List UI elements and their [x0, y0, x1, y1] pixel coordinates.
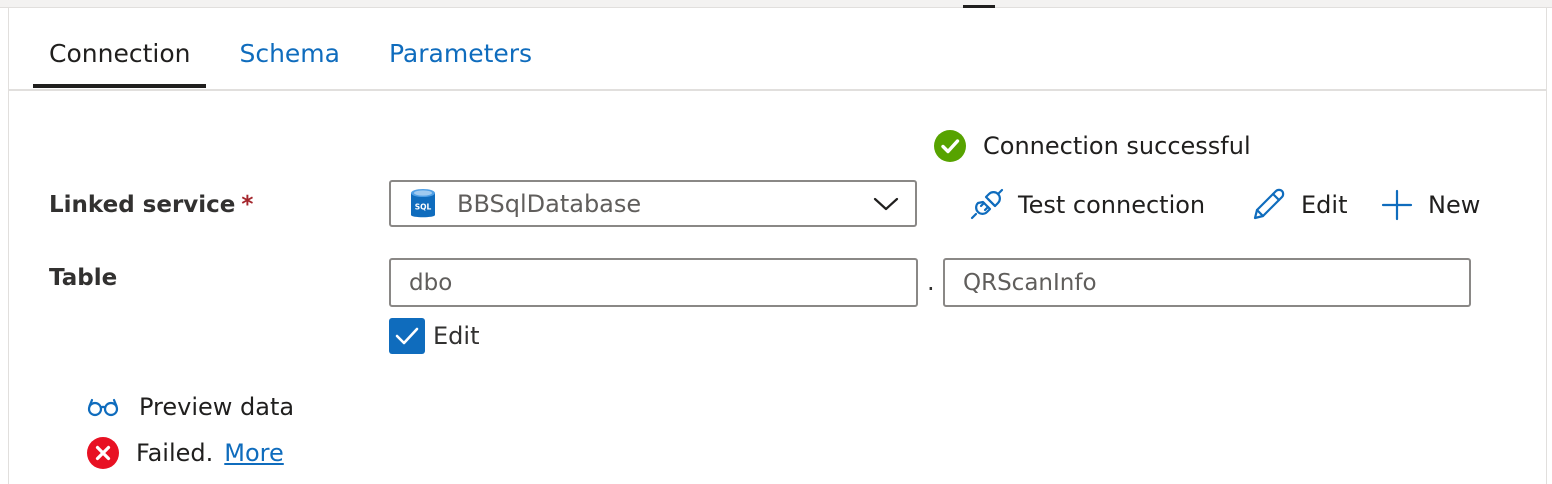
schema-table-separator: . — [927, 268, 935, 296]
failed-text: Failed. — [136, 439, 214, 467]
required-marker: * — [241, 192, 254, 218]
table-name-input[interactable] — [943, 258, 1471, 307]
dataset-properties-panel: Connection Schema Parameters Connection … — [0, 0, 1552, 484]
more-details-link[interactable]: More — [224, 439, 284, 467]
preview-data-button[interactable]: Preview data — [87, 393, 294, 421]
tab-bar: Connection Schema Parameters — [33, 30, 565, 88]
linked-service-value: BBSqlDatabase — [457, 189, 642, 218]
schema-name-input[interactable] — [389, 258, 918, 307]
preview-data-label: Preview data — [139, 393, 295, 421]
chevron-down-icon — [873, 197, 899, 210]
new-linked-service-button[interactable]: New — [1380, 188, 1480, 222]
linked-service-dropdown[interactable]: SQL BBSqlDatabase — [389, 180, 917, 227]
svg-text:SQL: SQL — [415, 202, 432, 211]
edit-table-checkbox-label: Edit — [433, 322, 480, 350]
pencil-icon — [1253, 188, 1285, 220]
test-connection-label: Test connection — [1018, 191, 1206, 219]
error-circle-icon — [87, 437, 119, 469]
panel-left-border — [8, 8, 9, 484]
top-strip — [0, 0, 1552, 8]
table-label: Table — [49, 265, 118, 291]
edit-table-checkbox[interactable]: Edit — [389, 318, 479, 354]
linked-service-label: Linked service * — [49, 192, 254, 218]
panel-right-border — [1546, 8, 1547, 484]
tab-parameters[interactable]: Parameters — [373, 30, 548, 88]
connection-status-text: Connection successful — [983, 132, 1251, 160]
preview-error-status: Failed. More — [87, 437, 284, 469]
plus-icon — [1381, 189, 1413, 221]
sql-database-icon: SQL — [411, 188, 435, 217]
edit-linked-service-label: Edit — [1301, 191, 1348, 219]
checkbox-checked[interactable] — [389, 318, 425, 354]
plug-icon — [970, 188, 1004, 220]
checkmark-icon — [395, 327, 419, 345]
edit-linked-service-button[interactable]: Edit — [1251, 188, 1347, 222]
new-linked-service-label: New — [1428, 191, 1481, 219]
tab-connection[interactable]: Connection — [33, 30, 207, 88]
test-connection-button[interactable]: Test connection — [970, 188, 1205, 222]
check-circle-icon — [934, 130, 966, 162]
tab-schema[interactable]: Schema — [223, 30, 356, 88]
splitter-handle[interactable] — [963, 5, 995, 8]
glasses-icon — [87, 398, 119, 417]
connection-status: Connection successful — [934, 130, 1251, 162]
tab-divider — [9, 89, 1546, 91]
